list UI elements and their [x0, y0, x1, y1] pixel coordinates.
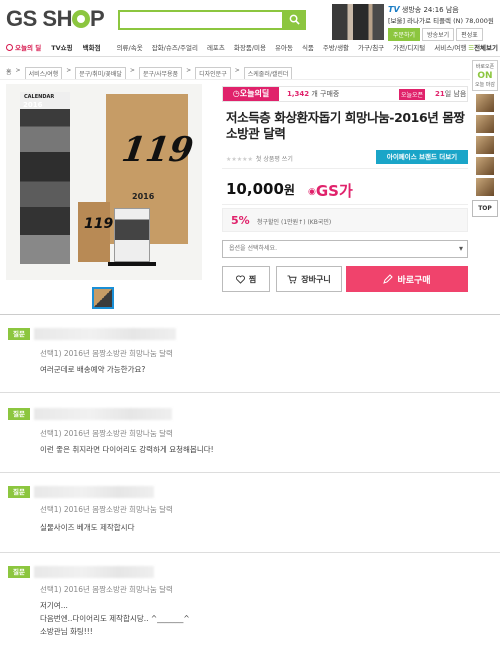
- rating-stars: ★★★★★ 첫 상품평 쓰기: [226, 156, 293, 163]
- qa-option: 선택1) 2016년 몸짱소방관 희망나눔 달력: [40, 585, 173, 594]
- search-icon: [289, 14, 300, 25]
- nav-category[interactable]: 화장품/미용: [234, 42, 266, 52]
- nav-today-deal[interactable]: 오늘의 딜: [6, 42, 41, 52]
- right-rail: 바로오픈 ON 오늘 마감 TOP: [472, 60, 498, 217]
- info-divider: [222, 168, 468, 169]
- qa-text: 소방관님 화팅!!!: [40, 627, 93, 636]
- section-divider: [0, 314, 500, 315]
- tv-broadcast-image: [332, 4, 384, 40]
- qa-option: 선택1) 2016년 몸짱소방관 희망나눔 달력: [40, 429, 173, 438]
- question-tag: 질문: [8, 566, 30, 578]
- qa-divider: [0, 472, 500, 473]
- scroll-top-button[interactable]: TOP: [472, 200, 498, 217]
- nav-category[interactable]: 가구/침구: [358, 42, 384, 52]
- calendar-tall-image: CALENDAR 2016: [20, 92, 70, 264]
- main-nav: 오늘의 딜 TV쇼핑 백화점 의류/속옷 잡화/슈즈/주얼리 레포츠 화장품/미…: [0, 40, 500, 54]
- wishlist-button[interactable]: 찜: [222, 266, 270, 292]
- info-divider: [222, 204, 468, 205]
- product-main-image[interactable]: CALENDAR 2016 119 2016 119: [6, 84, 202, 280]
- logo-o-mark: [71, 10, 90, 28]
- qa-text: 실물사이즈 베개도 제작합시다: [40, 523, 135, 532]
- clock-icon: [6, 44, 13, 51]
- qa-text: 여러군데로 배송예약 가능한가요?: [40, 365, 146, 374]
- rail-recent-thumb[interactable]: [476, 157, 494, 175]
- nav-category[interactable]: 서비스/여행: [434, 42, 466, 52]
- pencil-icon: [383, 274, 394, 284]
- nav-department-store[interactable]: 백화점: [83, 42, 101, 52]
- product-title: 저소득층 화상환자돕기 희망나눔-2016년 몸짱소방관 달력: [226, 110, 465, 141]
- qa-option: 선택1) 2016년 몸짱소방관 희망나눔 달력: [40, 349, 173, 358]
- action-buttons: 찜 장바구니 바로구매: [222, 266, 468, 292]
- nav-category[interactable]: 식품: [302, 42, 314, 52]
- qa-option: 선택1) 2016년 몸짱소방관 희망나눔 달력: [40, 505, 173, 514]
- brand-more-button[interactable]: 아이페이스 브랜드 더보기: [376, 150, 468, 164]
- rail-open-on[interactable]: 바로오픈 ON 오늘 마감: [472, 60, 498, 91]
- open-today-tag: 오늘오픈: [399, 89, 426, 100]
- discount-box: 5% 청구할인 (1만원↑) (KB국민): [222, 208, 468, 232]
- discount-percent: 5%: [231, 214, 250, 227]
- cart-icon: [287, 274, 297, 283]
- search-button[interactable]: [282, 10, 306, 30]
- search-input[interactable]: [118, 10, 306, 30]
- nav-category[interactable]: 유아동: [275, 42, 293, 52]
- rail-recent-thumb[interactable]: [476, 94, 494, 112]
- today-deal-badge: 오늘의딜: [223, 87, 279, 101]
- rail-recent-thumb[interactable]: [476, 136, 494, 154]
- tv-live-label: TV 생방송 24:16 남음: [388, 5, 459, 14]
- nav-category[interactable]: 잡화/슈즈/주얼리: [152, 42, 198, 52]
- buyers-count: 1,342 개 구매중: [287, 90, 340, 98]
- write-review-link[interactable]: 첫 상품평 쓰기: [256, 156, 293, 163]
- rail-recent-thumb[interactable]: [476, 178, 494, 196]
- blurred-author: [34, 486, 154, 498]
- discount-text: 청구할인 (1만원↑) (KB국민): [257, 219, 332, 226]
- qa-divider: [0, 392, 500, 393]
- nav-category[interactable]: 레포츠: [207, 42, 225, 52]
- deal-info-bar: 오늘의딜 1,342 개 구매중 오늘오픈 21일 남음: [222, 86, 468, 102]
- nav-category[interactable]: 의류/속옷: [117, 42, 143, 52]
- tv-live-banner[interactable]: TV 생방송 24:16 남음 [보울] 라나가로 티플렉 (N) 78,000…: [332, 4, 500, 41]
- product-price: 10,000원: [226, 180, 295, 198]
- qa-text: 이런 좋은 취지라면 다이어리도 강력하게 요청해봅니다!: [40, 445, 214, 454]
- buy-now-button[interactable]: 바로구매: [346, 266, 468, 292]
- cart-button[interactable]: 장바구니: [276, 266, 342, 292]
- option-select[interactable]: 옵션을 선택하세요.: [222, 240, 468, 258]
- nav-all-menu[interactable]: 전체보기: [468, 42, 498, 52]
- qa-text: 다음번엔..다이어리도 제작합시당.. ^_______^: [40, 614, 190, 623]
- breadcrumb-divider: [0, 79, 470, 80]
- blurred-author: [34, 328, 176, 340]
- qa-text: 저기여...: [40, 601, 68, 610]
- calendar-desk-image: [114, 208, 150, 262]
- blurred-author: [34, 408, 172, 420]
- question-tag: 질문: [8, 486, 30, 498]
- nav-tv-shopping[interactable]: TV쇼핑: [51, 42, 72, 52]
- rail-recent-thumb[interactable]: [476, 115, 494, 133]
- product-thumbnail[interactable]: [92, 287, 114, 309]
- question-tag: 질문: [8, 328, 30, 340]
- calendar-stand: [108, 262, 156, 266]
- nav-divider: [0, 56, 500, 57]
- tv-product-text: [보울] 라나가로 티플렉 (N) 78,000원: [388, 17, 494, 25]
- qa-divider: [0, 552, 500, 553]
- blurred-author: [34, 566, 154, 578]
- gs-price-label: GS가: [308, 180, 353, 201]
- heart-icon: [235, 274, 245, 284]
- gs-shop-logo[interactable]: GS SH P: [6, 6, 105, 32]
- days-remaining: 21일 남음: [435, 90, 467, 98]
- nav-category[interactable]: 가전/디지털: [393, 42, 425, 52]
- nav-category[interactable]: 주방/생활: [323, 42, 349, 52]
- question-tag: 질문: [8, 408, 30, 420]
- calendar-small-image: 119: [78, 202, 113, 262]
